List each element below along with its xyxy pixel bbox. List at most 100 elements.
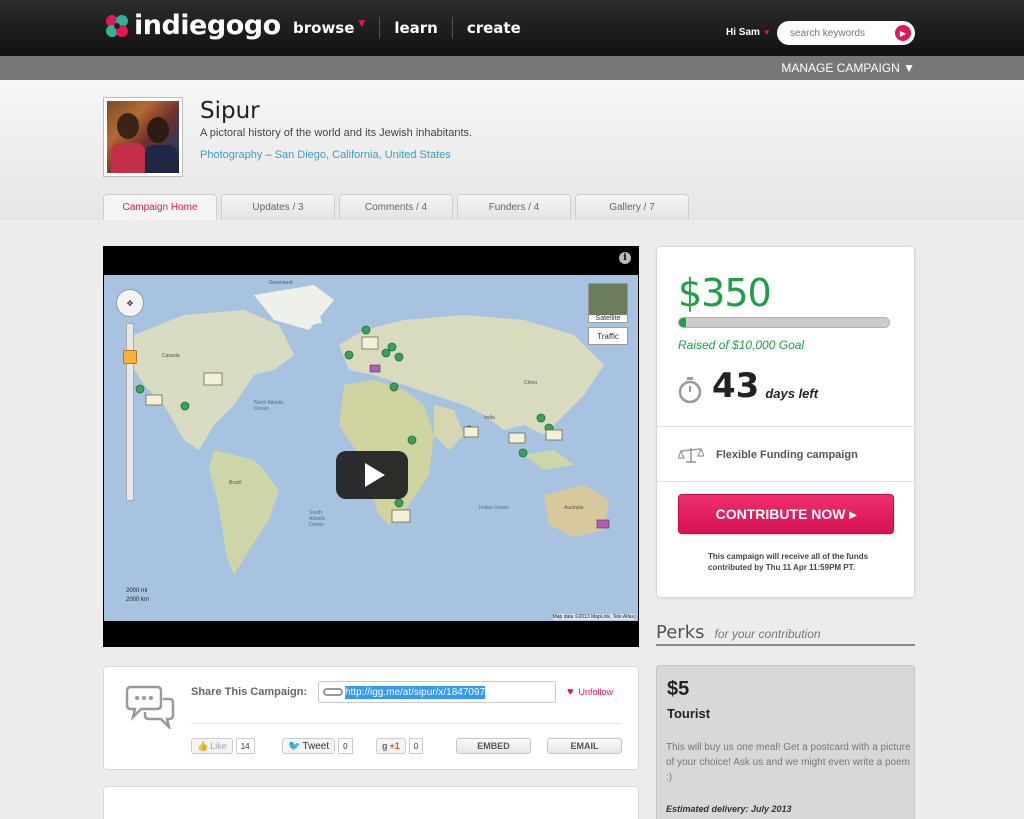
funding-note: This campaign will receive all of the fu… [708, 552, 869, 572]
perks-subtitle: for your contribution [714, 627, 821, 641]
indiegogo-logo[interactable]: indiegogo [103, 10, 281, 41]
info-icon[interactable]: i [619, 252, 631, 264]
unfollow-label: Unfollow [578, 687, 614, 697]
tweet-count: 0 [338, 738, 353, 754]
divider [657, 481, 916, 482]
map-pan-control[interactable]: ✥ [116, 289, 144, 317]
google-plus-icon: g [382, 741, 388, 751]
nav-browse[interactable]: browse ▼ [293, 17, 365, 39]
divider [191, 723, 621, 724]
description-panel [103, 786, 639, 819]
manage-bar: MANAGE CAMPAIGN ▼ [0, 56, 1024, 80]
campaign-photo [107, 101, 179, 173]
funding-progress-fill [679, 318, 687, 327]
divider [657, 426, 916, 427]
user-greeting-text: Hi Sam [726, 27, 760, 38]
amount-raised: $350 [678, 271, 772, 315]
video-play-button[interactable] [336, 451, 408, 499]
top-navigation-bar: indiegogo browse ▼ learn create Hi Sam ▼ … [0, 0, 1024, 56]
street-view-pegman-icon[interactable] [123, 350, 137, 364]
like-button[interactable]: 👍 Like [191, 738, 233, 754]
nav-divider [379, 17, 381, 39]
nav-browse-label: browse [293, 19, 355, 37]
email-button[interactable]: EMAIL [547, 738, 622, 754]
link-icon [323, 688, 343, 696]
share-label: Share This Campaign: [191, 686, 308, 698]
world-map[interactable]: Greenland Canada North Atlantic Ocean So… [104, 275, 638, 621]
tweet-button[interactable]: 🐦 Tweet [282, 738, 336, 754]
gplus-label: +1 [389, 741, 400, 751]
search-input[interactable] [777, 27, 887, 39]
map-pins [135, 325, 610, 529]
contribute-now-button[interactable]: CONTRIBUTE NOW ▸ [678, 494, 894, 534]
manage-campaign-menu[interactable]: MANAGE CAMPAIGN ▼ [781, 61, 915, 75]
nav-divider [451, 17, 453, 39]
thumbs-up-icon: 👍 [197, 740, 209, 751]
funding-goal: Raised of $10,000 Goal [678, 338, 805, 352]
search-box: ▶ [777, 21, 915, 45]
location-link[interactable]: San Diego, California, United States [275, 149, 451, 161]
funding-progress-bar [678, 317, 890, 328]
like-count: 14 [235, 738, 255, 754]
perk-delivery: Estimated delivery: July 2013 [666, 804, 792, 814]
campaign-video[interactable]: i Greenland Canada North Atlantic Ocean … [103, 246, 639, 647]
perk-description: This will buy us one meal! Get a postcar… [666, 742, 911, 783]
facebook-like: 👍 Like 14 [191, 738, 255, 754]
separator: – [265, 149, 272, 161]
perks-header: Perks for your contribution [656, 622, 915, 646]
embed-button[interactable]: EMBED [456, 738, 531, 754]
main-nav: browse ▼ learn create [293, 0, 521, 56]
scale-balance-icon [678, 447, 704, 463]
campaign-title: Sipur [200, 98, 260, 124]
perk-card[interactable]: $5 Tourist This will buy us one meal! Ge… [656, 665, 915, 819]
nav-learn[interactable]: learn [394, 17, 438, 39]
google-plus-button[interactable]: g +1 [376, 738, 406, 754]
google-plus: g +1 0 [376, 738, 424, 754]
map-satellite-toggle[interactable]: Satellite [588, 283, 628, 323]
tab-gallery[interactable]: Gallery / 7 [575, 194, 689, 220]
scale-miles: 2000 mi [126, 588, 148, 594]
funding-type-label: Flexible Funding campaign [716, 449, 858, 461]
scale-km: 2000 km [126, 597, 150, 603]
play-icon [365, 463, 385, 487]
heart-icon: ♥ [567, 686, 574, 698]
campaign-category-location: Photography – San Diego, California, Uni… [200, 149, 451, 161]
tab-funders[interactable]: Funders / 4 [457, 194, 571, 220]
perk-amount: $5 [667, 678, 690, 700]
map-attribution: Map data ©2013 MapLink, Tele Atlas [552, 614, 634, 620]
nav-create[interactable]: create [467, 17, 521, 39]
funding-panel: $350 Raised of $10,000 Goal 43 days left… [656, 246, 916, 598]
perks-title: Perks [656, 622, 705, 643]
days-left: 43 days left [678, 369, 818, 403]
share-url-field[interactable]: http://igg.me/at/sipur/x/1847097 [318, 681, 556, 703]
like-label: Like [210, 741, 227, 751]
map-scale: 2000 mi 2000 km [126, 587, 149, 605]
flower-logo-icon [106, 14, 128, 37]
satellite-label: Satellite [589, 315, 627, 322]
share-url-text: http://igg.me/at/sipur/x/1847097 [345, 685, 486, 699]
campaign-avatar [103, 97, 183, 177]
user-menu[interactable]: Hi Sam ▼ [726, 27, 771, 38]
days-left-label: days left [765, 386, 819, 401]
twitter-tweet: 🐦 Tweet 0 [282, 738, 353, 754]
days-left-number: 43 [712, 366, 760, 406]
stopwatch-icon [678, 377, 702, 403]
funding-type: Flexible Funding campaign [678, 446, 858, 464]
caret-down-icon: ▼ [762, 28, 771, 37]
tab-comments[interactable]: Comments / 4 [339, 194, 453, 220]
tweet-label: Tweet [302, 740, 330, 752]
twitter-bird-icon: 🐦 [288, 740, 301, 752]
tab-campaign-home[interactable]: Campaign Home [103, 194, 217, 220]
speech-bubbles-icon [125, 685, 175, 729]
campaign-tabs: Campaign Home Updates / 3 Comments / 4 F… [103, 194, 689, 220]
gplus-count: 0 [408, 738, 424, 754]
tab-updates[interactable]: Updates / 3 [221, 194, 335, 220]
caret-down-icon: ▼ [358, 19, 366, 29]
logo-wordmark: indiegogo [134, 10, 281, 41]
search-submit-arrow-icon[interactable]: ▶ [895, 25, 911, 41]
unfollow-button[interactable]: ♥ Unfollow [567, 686, 613, 698]
share-panel: Share This Campaign: http://igg.me/at/si… [103, 666, 639, 770]
category-link[interactable]: Photography [200, 149, 262, 161]
map-traffic-toggle[interactable]: Traffic [588, 327, 628, 345]
campaign-tagline: A pictoral history of the world and its … [200, 127, 473, 139]
